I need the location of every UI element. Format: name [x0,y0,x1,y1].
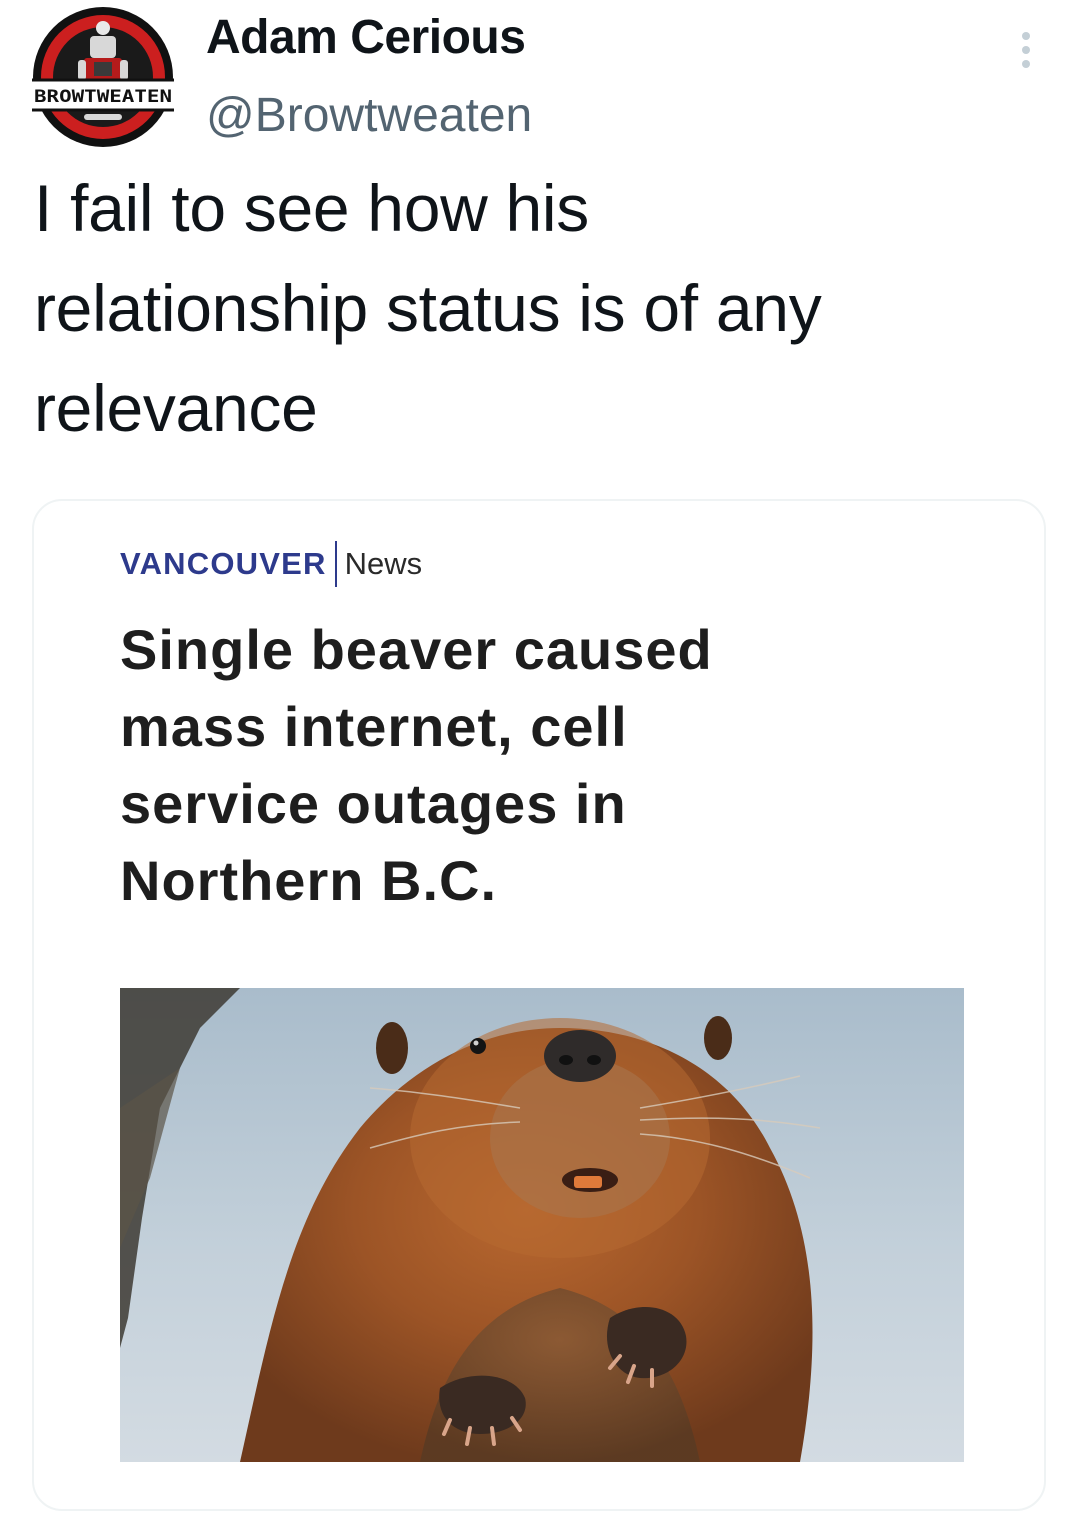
beaver-image [120,988,964,1462]
news-source-section: News [344,546,423,581]
beaver-photo [120,988,964,1462]
tweet-text-line: relationship status is of any [34,271,822,345]
source-divider [334,541,337,587]
headline-line: service outages in [120,772,627,835]
avatar[interactable]: BROWTWEATEN [32,6,174,148]
more-vertical-icon [1022,32,1030,68]
avatar-badge-text: BROWTWEATEN [34,87,172,107]
news-source-brand: VANCOUVER [120,546,327,581]
headline-line: Single beaver caused [120,618,713,681]
headline-line: mass internet, cell [120,695,628,758]
author-handle[interactable]: @Browtweaten [206,88,532,143]
embedded-news-card[interactable]: VANCOUVER News Single beaver caused mass… [32,499,1046,1511]
headline-line: Northern B.C. [120,849,497,912]
news-source: VANCOUVER News [120,541,422,587]
tweet-text-line: relevance [34,371,318,445]
author-display-name[interactable]: Adam Cerious [206,10,526,65]
browtweaten-logo-icon: BROWTWEATEN [32,7,174,147]
tweet-text-line: I fail to see how his [34,171,589,245]
tweet-text: I fail to see how his relationship statu… [34,158,1044,458]
news-headline: Single beaver caused mass internet, cell… [120,611,900,919]
more-options-button[interactable] [1006,28,1046,72]
